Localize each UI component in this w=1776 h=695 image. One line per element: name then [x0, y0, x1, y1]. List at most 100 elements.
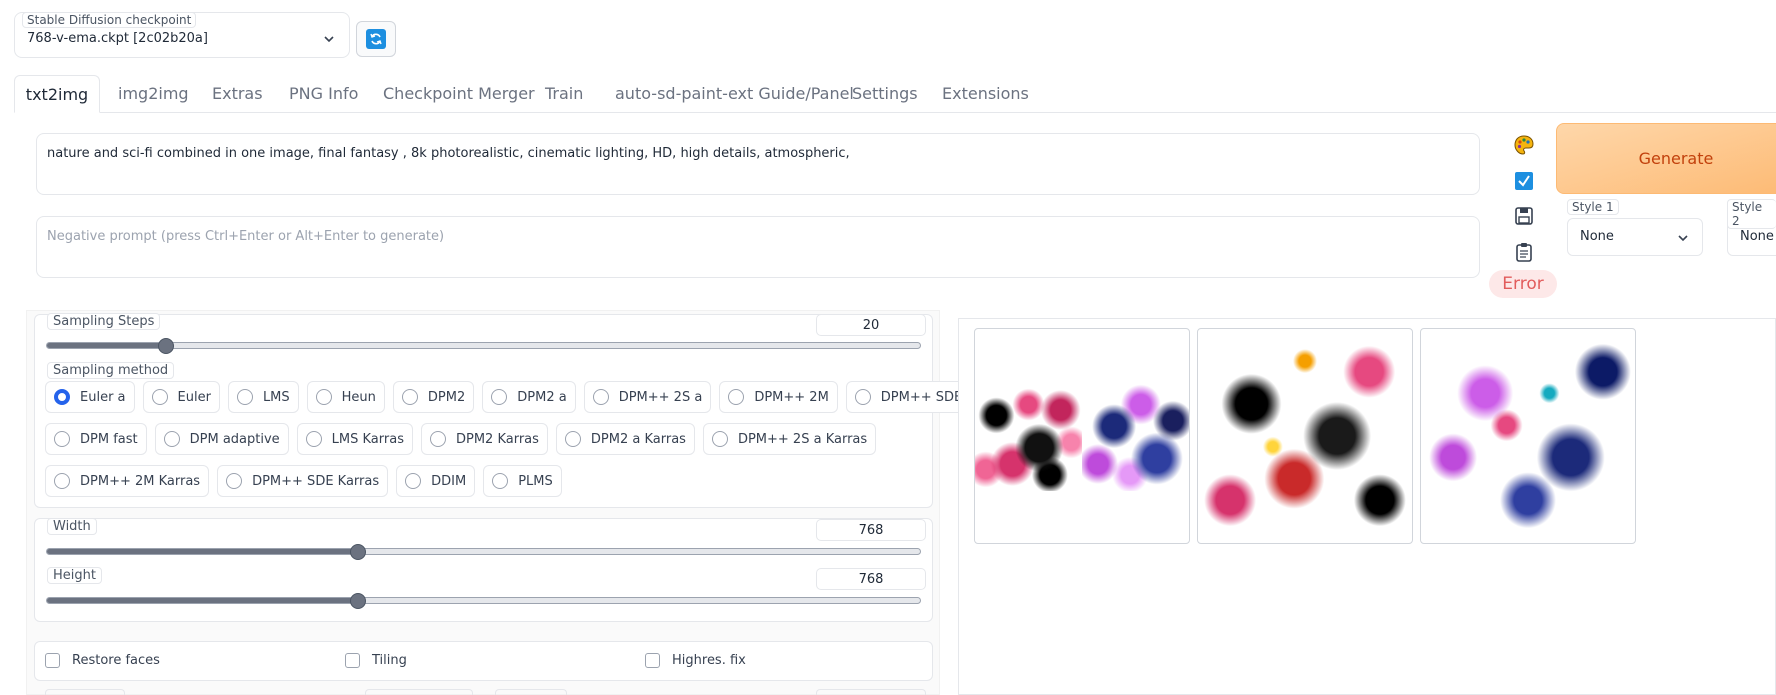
restore-faces-label: Restore faces — [72, 653, 160, 668]
tab-img2img[interactable]: img2img — [118, 84, 189, 113]
sampling-method-option-label: DPM adaptive — [189, 431, 280, 447]
save-style-button[interactable] — [1509, 201, 1539, 231]
sampling-method-option-label: DPM2 — [427, 389, 466, 405]
sampling-steps-input[interactable]: 20 — [816, 314, 926, 336]
style-1-label: Style 1 — [1567, 199, 1619, 215]
sampling-method-option-label: DDIM — [431, 473, 467, 489]
radio-button[interactable] — [163, 431, 180, 447]
gallery-image-1[interactable] — [1197, 328, 1413, 544]
radio-button[interactable] — [151, 389, 168, 405]
sampling-steps-thumb[interactable] — [157, 338, 174, 354]
radio-button[interactable] — [429, 431, 446, 447]
grid-image-1 — [975, 383, 1082, 491]
tab-settings[interactable]: Settings — [852, 84, 918, 113]
tab-extras[interactable]: Extras — [212, 84, 263, 113]
sampling-method-option[interactable]: DPM++ 2S a — [583, 381, 712, 413]
radio-button[interactable] — [236, 389, 253, 405]
radio-button[interactable] — [226, 473, 243, 489]
style-2-value: None — [1740, 229, 1774, 244]
radio-button[interactable] — [564, 431, 581, 447]
checkbox-box[interactable] — [345, 653, 360, 668]
next-field-edge — [365, 689, 473, 695]
generate-button[interactable]: Generate — [1556, 123, 1776, 194]
sampling-method-row-2: DPM fast DPM adaptive LMS Karras DPM2 Karra… — [45, 423, 877, 455]
sampling-method-option[interactable]: DPM2 Karras — [420, 423, 548, 455]
height-input[interactable]: 768 — [816, 568, 926, 590]
palette-icon — [1514, 135, 1534, 155]
sampling-method-option[interactable]: DPM2 a — [482, 381, 576, 413]
gallery-image-2[interactable] — [1420, 328, 1636, 544]
radio-button[interactable] — [491, 389, 508, 405]
sampling-method-option-label: DPM2 Karras — [455, 431, 539, 447]
radio-button[interactable] — [54, 389, 70, 405]
radio-button[interactable] — [728, 389, 745, 405]
tiling-checkbox[interactable]: Tiling — [345, 653, 407, 668]
sampling-method-option[interactable]: LMS Karras — [296, 423, 413, 455]
checkbox-button[interactable] — [1509, 166, 1539, 196]
chevron-down-icon — [324, 36, 334, 43]
sampling-method-option[interactable]: DDIM — [396, 465, 476, 497]
checkpoint-label: Stable Diffusion checkpoint — [22, 12, 197, 28]
width-fill — [47, 549, 359, 554]
refresh-button[interactable] — [356, 21, 396, 57]
style-1-value: None — [1580, 229, 1614, 244]
radio-button[interactable] — [711, 431, 728, 447]
sampling-steps-fill — [47, 343, 167, 348]
radio-button[interactable] — [854, 389, 871, 405]
radio-button[interactable] — [315, 389, 332, 405]
sampling-method-option-label: DPM++ 2S a — [618, 389, 703, 405]
next-field-edge — [816, 689, 926, 695]
sampling-method-option[interactable]: Euler a — [45, 381, 135, 413]
highres-fix-checkbox[interactable]: Highres. fix — [645, 653, 746, 668]
sampling-method-option[interactable]: DPM++ 2M — [719, 381, 838, 413]
sampling-method-option-label: DPM++ 2S a Karras — [737, 431, 868, 447]
sampling-method-option[interactable]: DPM++ 2M Karras — [45, 465, 210, 497]
radio-button[interactable] — [305, 431, 322, 447]
radio-button[interactable] — [54, 431, 70, 447]
next-field-edge — [45, 689, 125, 695]
height-label: Height — [47, 567, 102, 584]
save-icon — [1515, 207, 1533, 225]
radio-button[interactable] — [401, 389, 418, 405]
gallery-grid-thumbnail[interactable] — [974, 328, 1190, 544]
width-input[interactable]: 768 — [816, 519, 926, 541]
negative-prompt-input[interactable]: Negative prompt (press Ctrl+Enter or Alt… — [36, 216, 1480, 278]
sampling-steps-label: Sampling Steps — [47, 313, 161, 330]
chevron-down-icon — [1678, 235, 1688, 242]
radio-button[interactable] — [54, 473, 70, 489]
apply-style-button[interactable] — [1509, 237, 1539, 267]
tab-auto-sd-paint-ext[interactable]: auto-sd-paint-ext Guide/Panel — [615, 84, 854, 113]
style-1-dropdown[interactable]: None — [1567, 218, 1703, 256]
sampling-method-option[interactable]: DPM++ SDE Karras — [217, 465, 389, 497]
sampling-method-option[interactable]: Euler — [142, 381, 220, 413]
tab-png-info[interactable]: PNG Info — [289, 84, 358, 113]
sampling-method-option[interactable]: DPM++ 2S a Karras — [702, 423, 877, 455]
checkbox-box[interactable] — [645, 653, 660, 668]
prompt-input[interactable]: nature and sci-fi combined in one image,… — [36, 133, 1480, 195]
radio-button[interactable] — [592, 389, 609, 405]
sampling-method-label: Sampling method — [47, 362, 175, 379]
tab-extensions[interactable]: Extensions — [942, 84, 1029, 113]
sampling-method-option[interactable]: DPM adaptive — [154, 423, 289, 455]
sampling-method-option[interactable]: DPM++ SDE — [845, 381, 972, 413]
sampling-method-option[interactable]: Heun — [306, 381, 385, 413]
width-slider[interactable] — [46, 548, 921, 555]
sampling-method-option-label: DPM2 a Karras — [590, 431, 686, 447]
sampling-steps-slider[interactable] — [46, 342, 921, 349]
sampling-method-option[interactable]: DPM2 a Karras — [555, 423, 695, 455]
tab-checkpoint-merger[interactable]: Checkpoint Merger — [383, 84, 535, 113]
height-slider[interactable] — [46, 597, 921, 604]
interrogate-button[interactable] — [1509, 130, 1539, 160]
tab-txt2img[interactable]: txt2img — [14, 75, 100, 113]
sampling-method-option[interactable]: DPM2 — [392, 381, 475, 413]
checkbox-box[interactable] — [45, 653, 60, 668]
radio-button[interactable] — [405, 473, 422, 489]
tab-train[interactable]: Train — [545, 84, 583, 113]
sampling-method-option[interactable]: LMS — [227, 381, 299, 413]
sampling-method-option[interactable]: DPM fast — [45, 423, 147, 455]
sampling-method-option-label: Heun — [341, 389, 376, 405]
sampling-method-option[interactable]: PLMS — [483, 465, 562, 497]
restore-faces-checkbox[interactable]: Restore faces — [45, 653, 160, 668]
radio-button[interactable] — [492, 473, 509, 489]
next-field-edge — [495, 689, 567, 695]
